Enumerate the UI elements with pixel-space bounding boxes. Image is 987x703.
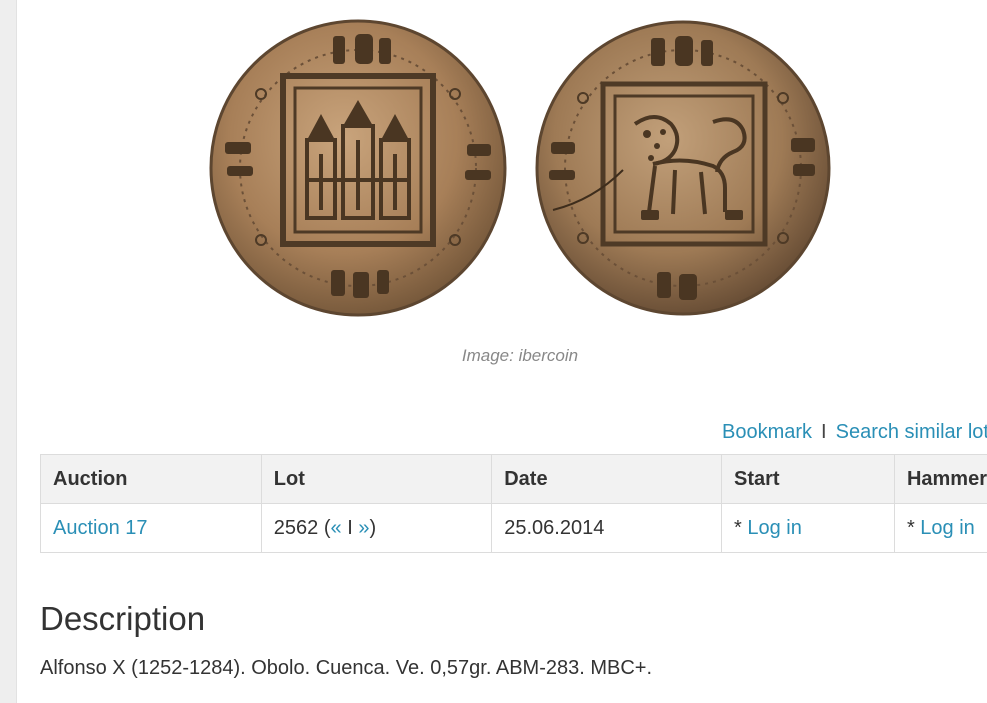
cell-start: * Log in (721, 503, 895, 553)
lot-number: 2562 (273, 516, 319, 539)
search-similar-link[interactable]: Search similar lot (836, 421, 987, 443)
start-asterisk: * (734, 516, 748, 539)
table-header-row: Auction Lot Date Start Hammer (40, 454, 987, 504)
cell-hammer: * Log in (893, 503, 987, 553)
header-start: Start (721, 454, 895, 504)
coin-image[interactable] (205, 14, 835, 326)
cell-date: 25.06.2014 (491, 503, 722, 553)
lot-paren-open: ( (323, 516, 331, 539)
header-auction: Auction (40, 454, 262, 504)
lot-table: Auction Lot Date Start Hammer Auction 17… (40, 454, 987, 553)
next-lot-link[interactable]: » (358, 517, 369, 539)
table-row: Auction 17 2562 (« I ») 25.06.2014 * Log… (40, 503, 987, 553)
cell-lot: 2562 (« I ») (260, 503, 493, 553)
header-hammer: Hammer (893, 454, 987, 504)
bookmark-link[interactable]: Bookmark (722, 421, 812, 443)
hammer-asterisk: * (906, 516, 921, 539)
lot-paren-close: ) (369, 516, 377, 539)
image-caption: Image: ibercoin (461, 346, 579, 365)
description-text: Alfonso X (1252-1284). Obolo. Cuenca. Ve… (40, 657, 653, 679)
start-login-link[interactable]: Log in (747, 517, 802, 539)
header-lot: Lot (260, 454, 493, 504)
coin-obverse (209, 19, 507, 317)
lot-actions: Bookmark I Search similar lot (722, 421, 987, 444)
auction-link[interactable]: Auction 17 (53, 517, 148, 539)
coin-reverse (535, 20, 831, 316)
previous-lot-link[interactable]: « (331, 517, 342, 539)
hammer-login-link[interactable]: Log in (920, 517, 975, 539)
actions-separator: I (821, 421, 827, 443)
lot-nav-separator: I (347, 516, 353, 539)
cell-auction: Auction 17 (40, 503, 262, 553)
description-heading: Description (40, 600, 206, 637)
header-date: Date (491, 454, 722, 504)
